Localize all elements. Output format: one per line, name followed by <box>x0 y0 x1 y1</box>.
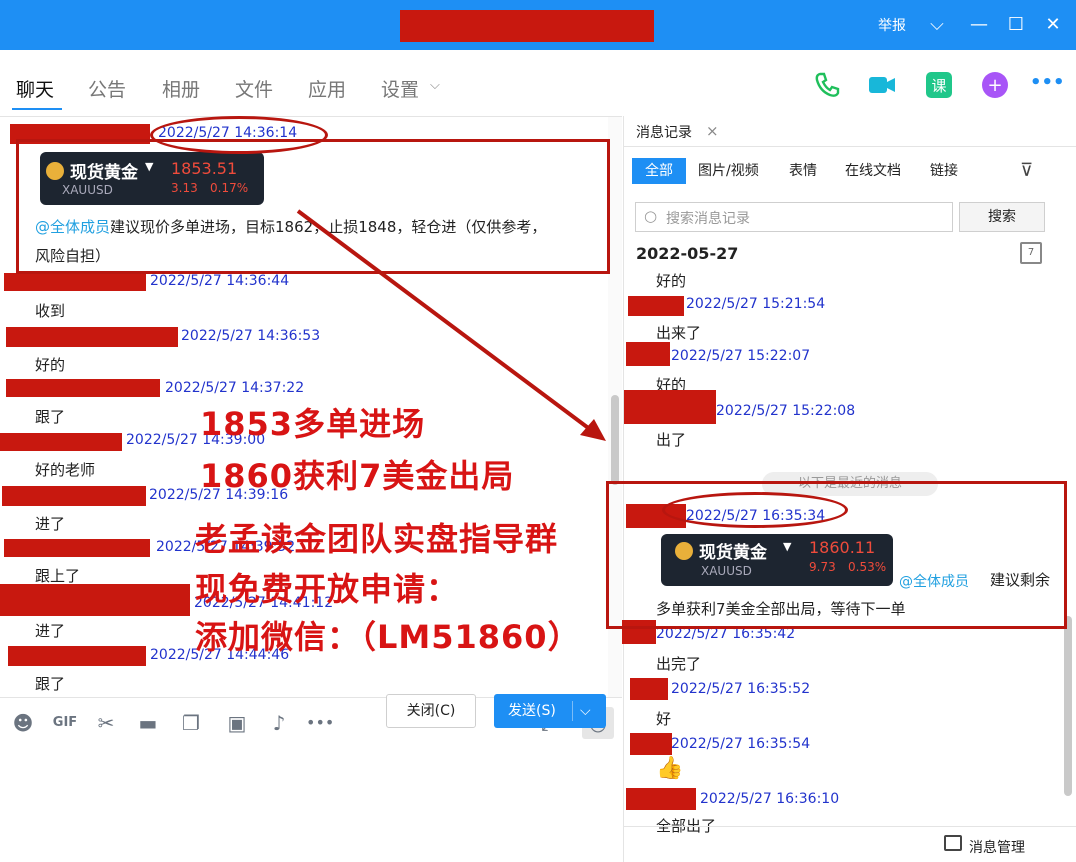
main-tabs: 聊天 公告 相册 文件 应用 设置 ⌵ 课 + ••• <box>0 50 1076 116</box>
thumbs-up-icon: 👍 <box>656 756 684 781</box>
folder-icon[interactable]: ▬ <box>135 710 161 736</box>
close-icon[interactable]: ✕ <box>1040 12 1066 38</box>
redacted-title <box>400 10 654 42</box>
history-text: 好 <box>656 710 672 728</box>
filter-stickers[interactable]: 表情 <box>789 158 817 184</box>
chevron-down-icon[interactable]: ⌵ <box>430 78 440 93</box>
chevron-down-icon[interactable]: ⌵ <box>924 12 950 38</box>
overlay-text: 添加微信：（LM51860） <box>195 618 581 656</box>
redacted-sender <box>626 788 696 810</box>
image-icon[interactable]: ▣ <box>224 710 250 736</box>
annotation-arrow <box>296 209 606 441</box>
redacted-sender <box>626 342 670 366</box>
filter-media[interactable]: 图片/视频 <box>698 158 759 184</box>
redacted-sender <box>4 539 150 557</box>
title-bar: 举报 ⌵ — ☐ ✕ <box>0 0 1076 50</box>
message-text: 好的老师 <box>35 461 96 479</box>
redacted-sender <box>6 327 178 347</box>
svg-text:+: + <box>987 75 1002 96</box>
report-link[interactable]: 举报 <box>878 15 906 35</box>
emoji-icon[interactable]: ☻ <box>10 710 36 736</box>
video-call-icon[interactable] <box>867 70 897 100</box>
history-timestamp: 2022/5/27 16:35:52 <box>671 681 811 697</box>
history-timestamp: 2022/5/27 15:22:07 <box>671 348 811 364</box>
message-manage-button[interactable]: 消息管理 <box>969 837 1025 857</box>
history-timestamp: 2022/5/27 15:21:54 <box>686 296 826 312</box>
redacted-sender <box>4 273 146 291</box>
course-icon[interactable]: 课 <box>924 70 954 100</box>
history-text: 出了 <box>656 431 687 449</box>
add-app-icon[interactable]: + <box>980 70 1010 100</box>
annotation-ellipse <box>662 492 848 528</box>
divider <box>624 146 1076 147</box>
phone-icon[interactable] <box>812 70 842 100</box>
filter-links[interactable]: 链接 <box>930 158 958 184</box>
search-icon: ○ <box>644 207 658 225</box>
message-text: 收到 <box>35 302 66 320</box>
tab-chat[interactable]: 聊天 <box>16 75 54 102</box>
message-text: 跟了 <box>35 408 66 426</box>
document-icon[interactable]: ❐ <box>178 710 204 736</box>
history-date: 2022-05-27 <box>636 244 739 263</box>
tab-album[interactable]: 相册 <box>162 75 200 102</box>
bell-icon[interactable]: ♪ <box>266 710 292 736</box>
redacted-sender <box>624 390 716 424</box>
history-timestamp: 2022/5/27 16:35:54 <box>671 736 811 752</box>
chevron-down-icon[interactable]: ⌵ <box>580 694 591 728</box>
send-label: 发送(S) <box>508 703 556 719</box>
close-icon[interactable]: × <box>706 122 719 140</box>
history-text: 出完了 <box>656 655 702 673</box>
minimize-icon[interactable]: — <box>966 12 992 38</box>
history-footer: 消息管理 <box>624 826 1076 862</box>
message-text: 进了 <box>35 622 66 640</box>
divider <box>572 701 573 721</box>
svg-text:课: 课 <box>931 77 946 95</box>
message-timestamp: 2022/5/27 14:37:22 <box>165 380 305 396</box>
history-tab[interactable]: 消息记录 <box>636 122 692 142</box>
redacted-sender <box>2 486 146 506</box>
scissors-icon[interactable]: ✂ <box>93 710 119 736</box>
search-placeholder: 搜索消息记录 <box>666 211 750 227</box>
overlay-text: 1860获利7美金出局 <box>200 457 515 495</box>
gif-icon[interactable]: GIF <box>52 710 78 736</box>
overlay-text: 老孟读金团队实盘指导群 <box>195 520 559 558</box>
search-button[interactable]: 搜索 <box>959 202 1045 232</box>
tab-announcement[interactable]: 公告 <box>88 75 126 102</box>
redacted-sender <box>8 646 146 666</box>
message-text: 好的 <box>35 356 66 374</box>
send-button[interactable]: 发送(S) ⌵ <box>494 694 606 728</box>
redacted-sender <box>0 433 122 451</box>
message-manage-icon[interactable] <box>944 835 962 851</box>
chat-scrollbar-thumb[interactable] <box>611 395 619 485</box>
message-text: 进了 <box>35 515 66 533</box>
message-text: 跟上了 <box>35 567 81 585</box>
more-icon[interactable]: ••• <box>306 710 334 736</box>
message-text: 跟了 <box>35 675 66 693</box>
message-timestamp: 2022/5/27 14:36:44 <box>150 273 290 289</box>
redacted-sender <box>628 296 684 316</box>
filter-docs[interactable]: 在线文档 <box>845 158 901 184</box>
more-icon[interactable]: ••• <box>1030 72 1065 102</box>
history-scrollbar[interactable] <box>1064 616 1072 796</box>
history-search-input[interactable]: ○ 搜索消息记录 <box>635 202 953 232</box>
redacted-sender <box>630 678 668 700</box>
annotation-ellipse <box>150 116 328 154</box>
filter-all[interactable]: 全部 <box>632 158 686 184</box>
tab-settings[interactable]: 设置 <box>381 75 419 102</box>
history-text: 出来了 <box>656 324 702 342</box>
close-button[interactable]: 关闭(C) <box>386 694 476 728</box>
maximize-icon[interactable]: ☐ <box>1003 12 1029 38</box>
redacted-sender <box>0 584 190 616</box>
filter-icon[interactable]: ⊽ <box>1020 158 1033 184</box>
redacted-sender <box>630 733 672 755</box>
history-text: 好的 <box>656 272 687 290</box>
tab-apps[interactable]: 应用 <box>308 75 346 102</box>
history-timestamp: 2022/5/27 16:36:10 <box>700 791 840 807</box>
overlay-text: 现免费开放申请： <box>195 570 460 608</box>
redacted-sender <box>6 379 160 397</box>
history-timestamp: 2022/5/27 15:22:08 <box>716 403 856 419</box>
calendar-icon[interactable]: 7 <box>1020 242 1042 264</box>
tab-files[interactable]: 文件 <box>235 75 273 102</box>
active-tab-indicator <box>12 108 62 110</box>
